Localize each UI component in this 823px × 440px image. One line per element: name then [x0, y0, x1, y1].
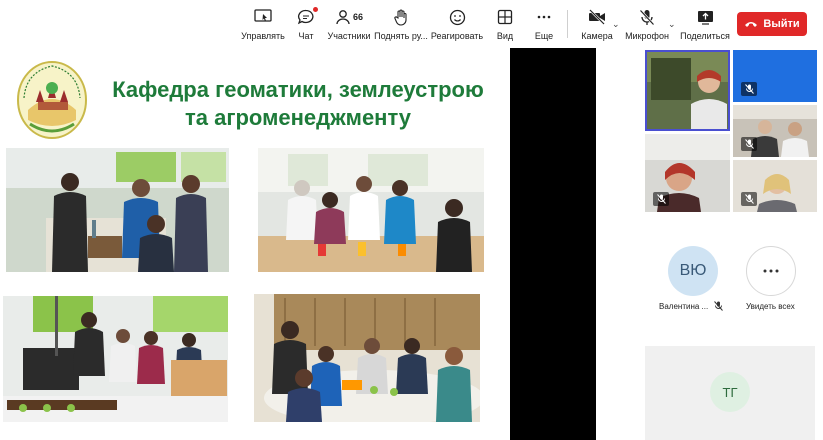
participant-tile-2[interactable] — [733, 50, 817, 102]
see-all-button[interactable] — [746, 246, 796, 296]
camera-button[interactable]: Камера — [581, 8, 613, 42]
see-all-label: Увидеть всех — [746, 302, 795, 311]
participant-tile-tg[interactable]: ТГ — [645, 346, 815, 440]
meeting-toolbar: Управлять Чат 66 Участники Поднять ру... — [0, 0, 823, 46]
leave-button[interactable]: Выйти — [737, 12, 807, 36]
camera-label: Камера — [581, 31, 613, 41]
slide-title-line2: та агроменеджменту — [184, 105, 412, 130]
toolbar-divider — [567, 10, 568, 38]
participants-icon: 66 — [335, 8, 363, 26]
ellipsis-icon — [763, 269, 779, 273]
slide-photo-4 — [254, 294, 480, 422]
participant-tile-5[interactable] — [733, 160, 817, 212]
more-label: Еще — [534, 31, 554, 41]
participant-tile-4[interactable] — [645, 134, 730, 212]
department-logo — [14, 58, 90, 142]
share-label: Поделиться — [680, 31, 730, 41]
phone-hangup-icon — [745, 22, 758, 27]
avatar-initials: ТГ — [722, 384, 738, 400]
leave-label: Выйти — [763, 18, 800, 30]
hand-icon — [393, 8, 409, 26]
slide-photo-3 — [3, 296, 228, 422]
chat-unread-dot — [313, 7, 318, 12]
chat-icon — [297, 7, 318, 26]
camera-chevron-icon[interactable]: ⌄ — [612, 19, 620, 30]
mic-muted-icon — [714, 301, 723, 311]
share-button[interactable]: Поделиться — [680, 8, 730, 42]
grid-view-icon — [497, 8, 513, 26]
shared-slide: Кафедра геоматики, землеустрою та агроме… — [0, 48, 510, 440]
manage-label: Управлять — [241, 31, 285, 41]
mic-muted-icon — [653, 192, 669, 206]
chat-label: Чат — [298, 31, 314, 41]
slide-photo-2 — [258, 148, 484, 272]
slide-title: Кафедра геоматики, землеустрою та агроме… — [98, 76, 498, 132]
raise-hand-label: Поднять ру... — [374, 31, 428, 41]
react-label: Реагировать — [430, 31, 484, 41]
participant-avatar-tg: ТГ — [710, 372, 750, 412]
mic-off-icon — [639, 8, 655, 26]
slide-title-line1: Кафедра геоматики, землеустрою — [112, 77, 484, 102]
participants-button[interactable]: 66 Участники — [327, 8, 371, 42]
screen-manage-icon — [254, 8, 272, 26]
participants-label: Участники — [327, 31, 371, 41]
participant-tile-active-speaker[interactable] — [645, 50, 730, 131]
smiley-icon — [449, 8, 466, 26]
mic-muted-icon — [741, 192, 757, 206]
participants-count: 66 — [352, 12, 363, 22]
chat-button[interactable]: Чат — [293, 7, 319, 42]
avatar-initials: ВЮ — [679, 262, 707, 279]
more-button[interactable]: Еще — [533, 8, 555, 42]
mic-button[interactable]: Микрофон — [625, 8, 669, 42]
mic-muted-icon — [741, 82, 757, 96]
slide-photo-1 — [6, 148, 229, 272]
raise-hand-button[interactable]: Поднять ру... — [374, 8, 428, 42]
share-screen-icon — [697, 8, 714, 26]
participant-tile-3[interactable] — [733, 105, 817, 157]
manage-button[interactable]: Управлять — [241, 8, 285, 42]
view-button[interactable]: Вид — [494, 8, 516, 42]
participant-avatar-vyu[interactable]: ВЮ — [668, 246, 718, 296]
mic-label: Микрофон — [625, 31, 669, 41]
view-label: Вид — [496, 31, 514, 41]
screen-share-black-area — [510, 48, 596, 440]
meeting-window: Управлять Чат 66 Участники Поднять ру... — [0, 0, 823, 440]
participant-name-vyu: Валентина ... — [659, 302, 709, 311]
react-button[interactable]: Реагировать — [430, 8, 484, 42]
mic-chevron-icon[interactable]: ⌄ — [668, 19, 676, 30]
mic-muted-icon — [741, 137, 757, 151]
ellipsis-icon — [536, 8, 552, 26]
camera-off-icon — [588, 8, 606, 26]
